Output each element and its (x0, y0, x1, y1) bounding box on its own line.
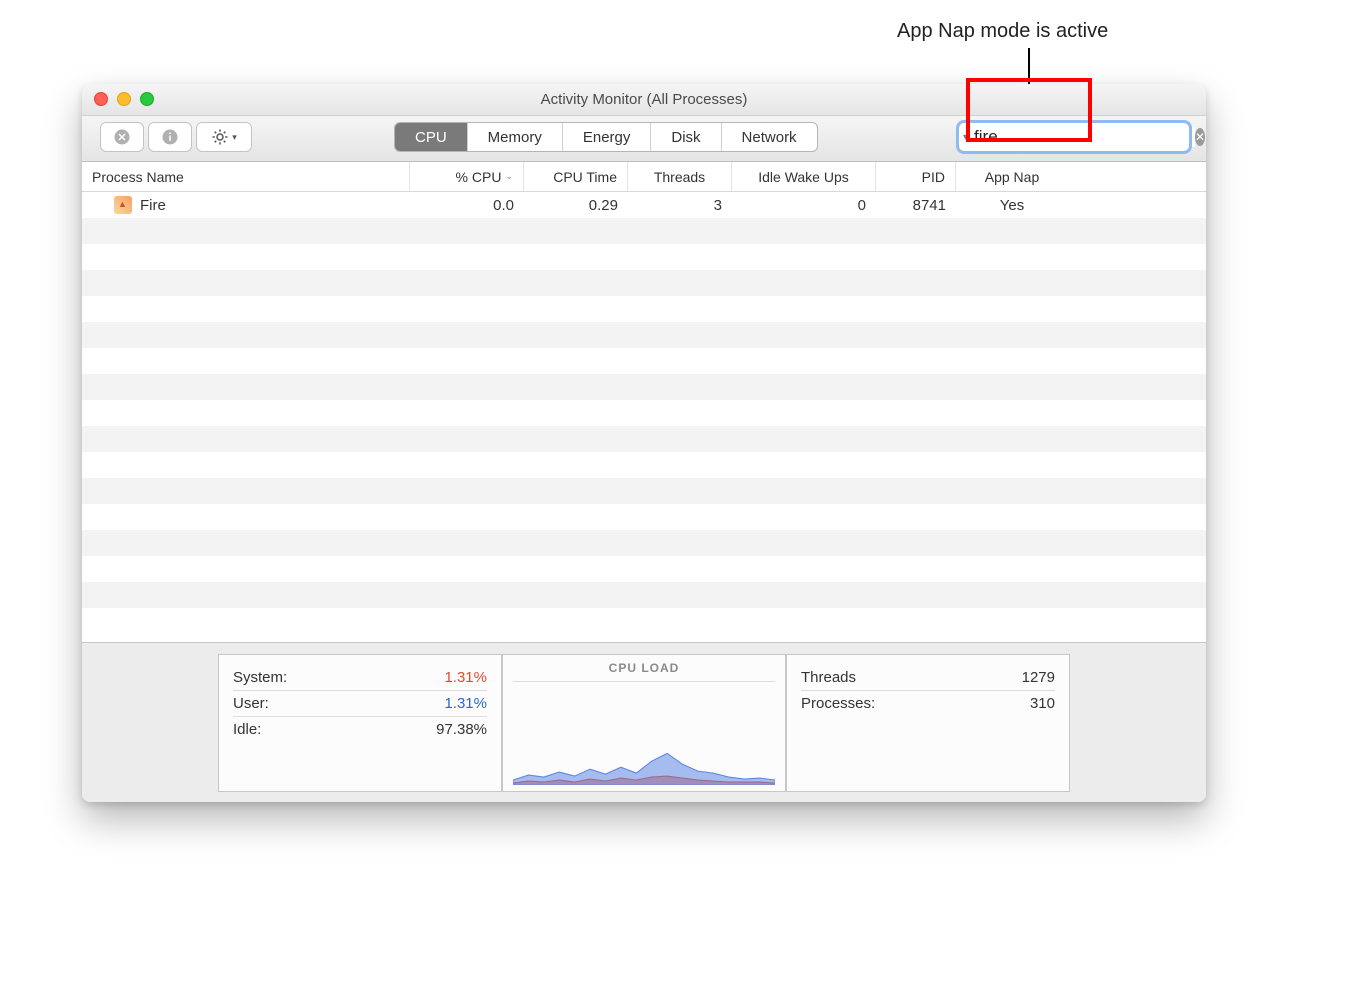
table-row-empty (82, 478, 1206, 504)
table-row-empty (82, 504, 1206, 530)
cell-app-nap: Yes (956, 197, 1068, 214)
table-row-empty (82, 530, 1206, 556)
idle-label: Idle: (233, 721, 261, 738)
processes-value: 310 (1030, 695, 1055, 712)
tab-energy[interactable]: Energy (563, 123, 652, 151)
search-field-container: ▾ ✕ (958, 122, 1190, 152)
counts-panel: Threads 1279 Processes: 310 (786, 654, 1070, 792)
table-row-empty (82, 218, 1206, 244)
col-pid[interactable]: PID (876, 162, 956, 191)
close-icon: ✕ (1195, 130, 1205, 144)
sort-descending-icon: ⌄ (505, 171, 513, 182)
system-value: 1.31% (444, 669, 487, 686)
col-cpu-time[interactable]: CPU Time (524, 162, 628, 191)
process-name-text: Fire (140, 197, 166, 214)
col-threads[interactable]: Threads (628, 162, 732, 191)
cell-idle-wake: 0 (732, 197, 876, 214)
cell-pct-cpu: 0.0 (410, 197, 524, 214)
app-icon (114, 196, 132, 214)
threads-label: Threads (801, 669, 856, 686)
table-row-empty (82, 296, 1206, 322)
tab-network[interactable]: Network (722, 123, 817, 151)
table-row-empty (82, 348, 1206, 374)
search-input[interactable] (974, 127, 1195, 147)
tab-cpu[interactable]: CPU (395, 123, 468, 151)
cell-threads: 3 (628, 197, 732, 214)
table-row-empty (82, 270, 1206, 296)
threads-value: 1279 (1022, 669, 1055, 686)
toolbar: ▾ CPU Memory Energy Disk Network ▾ ✕ (82, 116, 1206, 162)
table-row-empty (82, 400, 1206, 426)
col-pct-cpu[interactable]: % CPU⌄ (410, 162, 524, 191)
info-icon (161, 128, 179, 146)
actions-menu-button[interactable]: ▾ (196, 122, 252, 152)
table-row-empty (82, 556, 1206, 582)
tab-disk[interactable]: Disk (651, 123, 721, 151)
table-header-row: Process Name % CPU⌄ CPU Time Threads Idl… (82, 162, 1206, 192)
cell-pid: 8741 (876, 197, 956, 214)
table-row-empty (82, 426, 1206, 452)
tab-memory[interactable]: Memory (468, 123, 563, 151)
stop-process-button[interactable] (100, 122, 144, 152)
process-table: Process Name % CPU⌄ CPU Time Threads Idl… (82, 162, 1206, 702)
table-row-empty (82, 374, 1206, 400)
summary-footer: System: 1.31% User: 1.31% Idle: 97.38% CP… (82, 642, 1206, 802)
idle-value: 97.38% (436, 721, 487, 738)
col-idle-wake[interactable]: Idle Wake Ups (732, 162, 876, 191)
processes-label: Processes: (801, 695, 875, 712)
table-row-empty (82, 322, 1206, 348)
activity-monitor-window: Activity Monitor (All Processes) ▾ CPU M… (82, 84, 1206, 802)
stop-icon (113, 128, 131, 146)
table-row-empty (82, 452, 1206, 478)
cpu-breakdown-panel: System: 1.31% User: 1.31% Idle: 97.38% (218, 654, 502, 792)
system-label: System: (233, 669, 287, 686)
cell-process-name: Fire (82, 196, 410, 214)
table-body: Fire 0.0 0.29 3 0 8741 Yes (82, 192, 1206, 608)
chevron-down-icon: ▾ (232, 132, 237, 143)
annotation-label: App Nap mode is active (897, 20, 1108, 43)
category-tabs: CPU Memory Energy Disk Network (394, 122, 818, 152)
cpu-load-title: CPU LOAD (513, 661, 775, 682)
window-title: Activity Monitor (All Processes) (82, 91, 1206, 108)
info-button[interactable] (148, 122, 192, 152)
table-row[interactable]: Fire 0.0 0.29 3 0 8741 Yes (82, 192, 1206, 218)
cpu-load-chart (513, 686, 775, 785)
user-value: 1.31% (444, 695, 487, 712)
search-scope-chevron-icon[interactable]: ▾ (963, 132, 968, 143)
table-row-empty (82, 244, 1206, 270)
gear-icon (211, 128, 229, 146)
cpu-load-chart-panel: CPU LOAD (502, 654, 786, 792)
col-process-name[interactable]: Process Name (82, 162, 410, 191)
cell-cpu-time: 0.29 (524, 197, 628, 214)
user-label: User: (233, 695, 269, 712)
col-app-nap[interactable]: App Nap (956, 162, 1068, 191)
window-titlebar[interactable]: Activity Monitor (All Processes) (82, 84, 1206, 116)
clear-search-button[interactable]: ✕ (1195, 128, 1205, 146)
table-row-empty (82, 582, 1206, 608)
